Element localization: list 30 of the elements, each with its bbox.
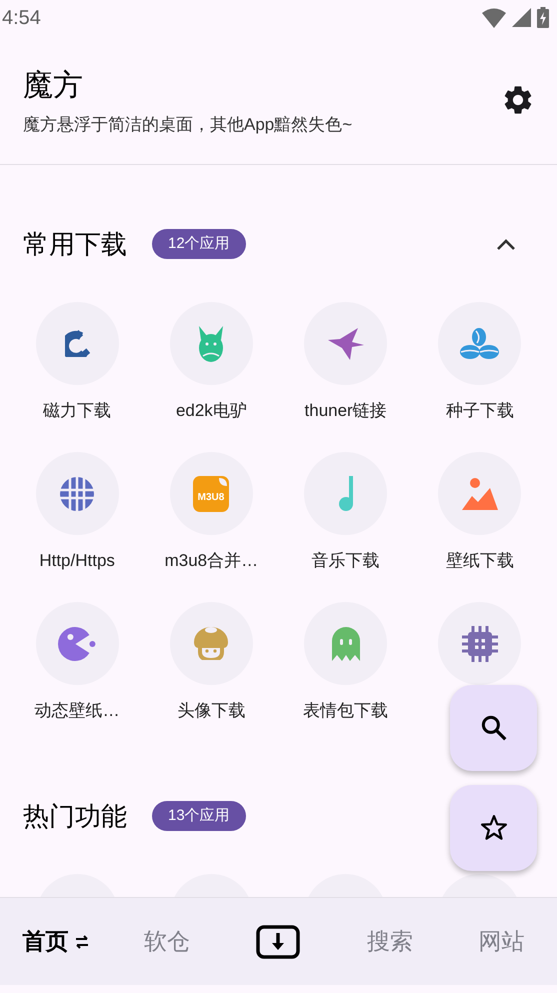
favorite-button[interactable] [450, 785, 537, 871]
app-label[interactable]: 表情包下载 [303, 698, 388, 724]
chevron-up-icon[interactable] [495, 237, 517, 251]
app-label[interactable]: m3u8合并… [164, 548, 258, 574]
section-title: 热门功能 [23, 800, 127, 832]
nav-tab[interactable]: 首页 [22, 924, 89, 959]
search-button[interactable] [450, 685, 537, 771]
download-icon [256, 924, 300, 958]
app-label[interactable]: 磁力下载 [43, 398, 112, 424]
app-title: 魔方 [23, 68, 84, 104]
app-icon: M3U8 [193, 476, 230, 512]
wifi-icon [482, 8, 506, 28]
app-label[interactable]: 种子下载 [446, 398, 514, 424]
app-label[interactable]: 动态壁纸… [34, 698, 120, 724]
app-count-badge: 12个应用 [152, 229, 246, 259]
star-icon [478, 813, 508, 843]
battery-icon [537, 7, 549, 28]
download-tab[interactable] [256, 924, 300, 958]
app-label[interactable]: Http/Https [39, 548, 115, 574]
status-time: 4:54 [2, 6, 41, 30]
signal-icon [512, 8, 531, 27]
app-label[interactable]: 音乐下载 [312, 548, 380, 574]
app-label[interactable]: thuner链接 [304, 398, 387, 424]
app-label[interactable]: 头像下载 [177, 698, 246, 724]
app-subtitle: 魔方悬浮于简洁的桌面，其他App黯然失色~ [23, 114, 352, 136]
section-title: 常用下载 [23, 228, 127, 260]
swap-icon [74, 934, 89, 948]
app-count-badge: 13个应用 [152, 801, 246, 831]
app-label[interactable]: ed2k电驴 [176, 398, 247, 424]
app-label[interactable]: 壁纸下载 [446, 548, 514, 574]
